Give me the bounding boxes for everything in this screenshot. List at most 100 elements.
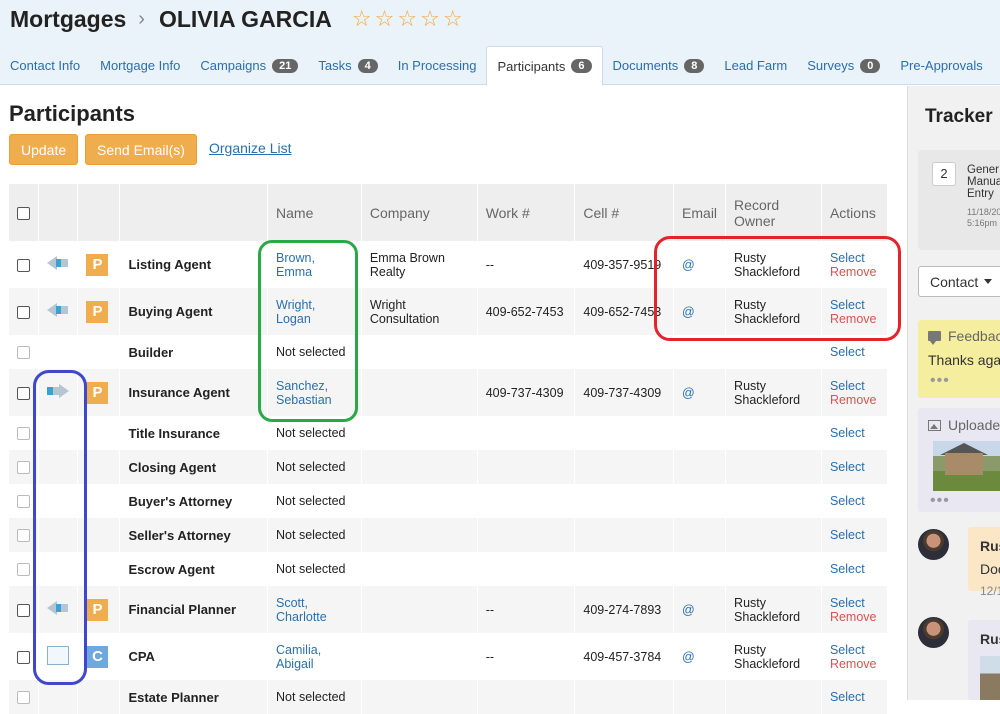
breadcrumb-app[interactable]: Mortgages bbox=[10, 6, 126, 33]
feedback-card[interactable]: Feedbac Thanks aga ••• bbox=[918, 320, 1000, 398]
star-icon[interactable]: ☆ bbox=[420, 8, 440, 30]
remove-link[interactable]: Remove bbox=[830, 657, 879, 671]
star-icon[interactable]: ☆ bbox=[443, 8, 463, 30]
contact-dropdown[interactable]: Contact bbox=[918, 266, 1000, 297]
tab-pre-approvals[interactable]: Pre-Approvals bbox=[890, 46, 992, 85]
actions-cell: Select Remove bbox=[821, 633, 889, 680]
row-checkbox[interactable] bbox=[17, 529, 30, 543]
tab-campaigns[interactable]: Campaigns 21 bbox=[190, 46, 308, 85]
update-button[interactable]: Update bbox=[9, 134, 79, 165]
email-link[interactable]: @ bbox=[682, 305, 695, 319]
select-link[interactable]: Select bbox=[830, 251, 879, 265]
checkbox-cell bbox=[9, 680, 40, 714]
row-checkbox[interactable] bbox=[17, 495, 30, 509]
header-company[interactable]: Company bbox=[361, 184, 478, 241]
upload-card[interactable]: Uploade ••• bbox=[918, 408, 1000, 512]
empty-box-icon[interactable] bbox=[47, 645, 70, 665]
select-link[interactable]: Select bbox=[830, 460, 879, 474]
tab-surveys[interactable]: Surveys 0 bbox=[797, 46, 890, 85]
not-selected-text: Not selected bbox=[276, 426, 346, 440]
participant-name-link[interactable]: Brown, Emma bbox=[276, 251, 315, 279]
email-link[interactable]: @ bbox=[682, 258, 695, 272]
owner-cell bbox=[725, 484, 822, 518]
name-cell: Not selected bbox=[267, 552, 362, 586]
more-dots-icon[interactable]: ••• bbox=[930, 372, 950, 390]
row-checkbox[interactable] bbox=[17, 603, 30, 617]
row-checkbox[interactable] bbox=[17, 346, 30, 360]
row-checkbox[interactable] bbox=[17, 258, 30, 272]
header-owner[interactable]: Record Owner bbox=[725, 184, 822, 241]
role-cell: Listing Agent bbox=[119, 241, 269, 288]
house-photo-thumbnail[interactable] bbox=[933, 441, 1000, 491]
email-link[interactable]: @ bbox=[682, 650, 695, 664]
actions-cell: Select bbox=[821, 416, 889, 450]
select-all-checkbox[interactable] bbox=[17, 207, 30, 221]
remove-link[interactable]: Remove bbox=[830, 610, 879, 624]
row-checkbox[interactable] bbox=[17, 427, 30, 441]
remove-link[interactable]: Remove bbox=[830, 312, 879, 326]
header-work[interactable]: Work # bbox=[477, 184, 576, 241]
organize-list-link[interactable]: Organize List bbox=[209, 140, 291, 156]
select-link[interactable]: Select bbox=[830, 643, 879, 657]
rating-stars[interactable]: ☆ ☆ ☆ ☆ ☆ bbox=[352, 8, 463, 30]
tab-r[interactable]: R bbox=[993, 46, 1000, 85]
header-name[interactable]: Name bbox=[267, 184, 362, 241]
remove-link[interactable]: Remove bbox=[830, 393, 879, 407]
header-cell[interactable]: Cell # bbox=[574, 184, 675, 241]
message-card[interactable]: Rus bbox=[968, 620, 1000, 700]
tab-count-badge: 0 bbox=[860, 58, 881, 73]
select-link[interactable]: Select bbox=[830, 494, 879, 508]
arrow-left-icon[interactable] bbox=[47, 303, 69, 317]
arrow-cell bbox=[38, 633, 79, 680]
work-phone-text: -- bbox=[485, 602, 495, 617]
breadcrumb-separator-icon: › bbox=[138, 7, 145, 30]
select-link[interactable]: Select bbox=[830, 690, 879, 704]
row-checkbox[interactable] bbox=[17, 461, 30, 475]
tab-mortgage-info[interactable]: Mortgage Info bbox=[90, 46, 190, 85]
arrow-right-icon[interactable] bbox=[47, 384, 70, 398]
badge-cell: P bbox=[77, 241, 121, 288]
select-link[interactable]: Select bbox=[830, 562, 879, 576]
select-link[interactable]: Select bbox=[830, 345, 879, 359]
star-icon[interactable]: ☆ bbox=[352, 8, 372, 30]
message-photo-thumbnail[interactable] bbox=[980, 656, 1000, 700]
cell-phone-text: 409-274-7893 bbox=[583, 602, 662, 617]
type-badge: P bbox=[86, 253, 109, 276]
tab-documents[interactable]: Documents 8 bbox=[603, 46, 715, 85]
select-link[interactable]: Select bbox=[830, 528, 879, 542]
email-link[interactable]: @ bbox=[682, 386, 695, 400]
participant-name-link[interactable]: Camilia, Abigail bbox=[276, 643, 321, 671]
tab-contact-info[interactable]: Contact Info bbox=[0, 46, 90, 85]
arrow-left-icon[interactable] bbox=[47, 601, 69, 615]
star-icon[interactable]: ☆ bbox=[397, 8, 417, 30]
select-link[interactable]: Select bbox=[830, 426, 879, 440]
participant-name-link[interactable]: Sanchez, Sebastian bbox=[276, 379, 332, 407]
row-checkbox[interactable] bbox=[17, 691, 30, 705]
select-link[interactable]: Select bbox=[830, 596, 879, 610]
arrow-left-icon[interactable] bbox=[47, 256, 69, 270]
select-link[interactable]: Select bbox=[830, 298, 879, 312]
work-cell bbox=[477, 518, 576, 552]
tab-tasks[interactable]: Tasks 4 bbox=[308, 46, 387, 85]
row-checkbox[interactable] bbox=[17, 305, 30, 319]
not-selected-text: Not selected bbox=[276, 345, 346, 359]
row-checkbox[interactable] bbox=[17, 650, 30, 664]
tab-in-processing[interactable]: In Processing bbox=[388, 46, 487, 85]
send-emails-button[interactable]: Send Email(s) bbox=[85, 134, 197, 165]
more-dots-icon[interactable]: ••• bbox=[930, 492, 950, 510]
participant-name-link[interactable]: Scott, Charlotte bbox=[276, 596, 327, 624]
tab-participants[interactable]: Participants 6 bbox=[486, 46, 603, 86]
tracker-card[interactable]: 2 Gener Manua Entry 11/18/20 5:16pm bbox=[918, 150, 1000, 250]
star-icon[interactable]: ☆ bbox=[375, 8, 395, 30]
cell-phone-text: 409-737-4309 bbox=[583, 385, 662, 400]
row-checkbox[interactable] bbox=[17, 563, 30, 577]
tab-lead-farm[interactable]: Lead Farm bbox=[714, 46, 797, 85]
email-link[interactable]: @ bbox=[682, 603, 695, 617]
checkbox-cell bbox=[9, 633, 40, 680]
name-cell: Not selected bbox=[267, 335, 362, 369]
select-link[interactable]: Select bbox=[830, 379, 879, 393]
message-card[interactable]: Rus Doc 12/1 bbox=[968, 527, 1000, 598]
row-checkbox[interactable] bbox=[17, 386, 30, 400]
participant-name-link[interactable]: Wright, Logan bbox=[276, 298, 315, 326]
remove-link[interactable]: Remove bbox=[830, 265, 879, 279]
